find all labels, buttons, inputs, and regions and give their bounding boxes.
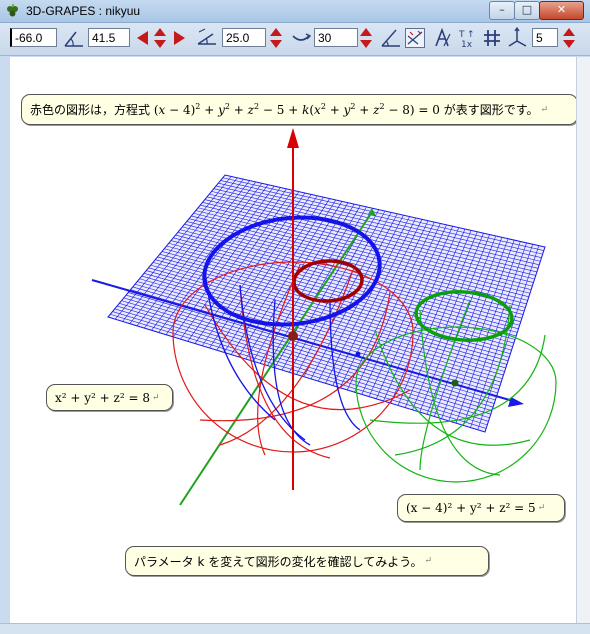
mode-toggle-icon[interactable] xyxy=(404,26,426,50)
svg-text:1x: 1x xyxy=(461,40,473,50)
sphere-b-note: (x − 4)² + y² + z² = 5 ↵ xyxy=(397,494,565,522)
title-bar: 3D-GRAPES : nikyuu – □ ✕ xyxy=(0,0,590,23)
maximize-button[interactable]: □ xyxy=(514,1,540,20)
elevation-input[interactable]: 41.5 xyxy=(88,28,130,47)
sphere-b-equation: (x − 4)² + y² + z² = 5 xyxy=(406,501,536,515)
arrow-right-icon[interactable] xyxy=(170,26,188,50)
arrow-left-icon[interactable] xyxy=(134,26,152,50)
perspective-updown-icon[interactable] xyxy=(358,26,374,50)
sphere-a-equation: x² + y² + z² = 8 xyxy=(55,390,150,405)
center-point-green xyxy=(451,379,459,387)
sphere-a-note: x² + y² + z² = 8 ↵ xyxy=(46,384,173,411)
updown-arrows-icon[interactable] xyxy=(152,26,168,50)
axis-tick-point xyxy=(355,351,361,357)
vertical-scrollbar[interactable] xyxy=(576,57,590,623)
tilt-updown-icon[interactable] xyxy=(268,26,284,50)
perspective-input[interactable]: 30 xyxy=(314,28,358,47)
grape-app-icon xyxy=(7,4,18,17)
window-bottom-edge xyxy=(0,623,590,634)
equation-note: 赤色の図形は，方程式 (x − 4)2 + y2 + z2 − 5 + k(x2… xyxy=(21,94,578,125)
minimize-button[interactable]: – xyxy=(489,1,515,20)
axis-length-updown-icon[interactable] xyxy=(561,26,577,50)
axis-length-input[interactable]: 5 xyxy=(532,28,558,47)
equation-note-suffix: が表す図形です。 xyxy=(443,103,539,117)
instruction-note: パラメータ k を変えて図形の変化を確認してみよう。 ↵ xyxy=(125,546,489,576)
axes-icon[interactable] xyxy=(507,26,529,50)
rotate-view-icon[interactable] xyxy=(289,26,313,50)
toolbar: -66.0 41.5 25.0 30 T ↑ 1x 5 xyxy=(0,23,590,56)
graph-scene[interactable] xyxy=(10,57,576,623)
grid-icon[interactable] xyxy=(482,26,502,50)
origin-point xyxy=(288,331,298,341)
axes-label-icon[interactable] xyxy=(434,26,454,50)
svg-text:T: T xyxy=(458,30,465,40)
return-mark-icon: ↵ xyxy=(424,556,433,566)
equation-note-prefix: 赤色の図形は，方程式 xyxy=(30,103,151,117)
tilt-input[interactable]: 25.0 xyxy=(222,28,266,47)
equation-formula: (x − 4)2 + y2 + z2 − 5 + k(x2 + y2 + z2 … xyxy=(150,101,444,117)
angle-icon[interactable] xyxy=(62,26,86,50)
z-axis-arrow-icon xyxy=(287,128,299,148)
rotation-angle-input[interactable]: -66.0 xyxy=(10,28,57,47)
return-mark-icon: ↵ xyxy=(537,503,546,513)
tilt-angle-icon[interactable] xyxy=(195,26,219,50)
window-title: 3D-GRAPES : nikyuu xyxy=(26,4,141,18)
return-mark-icon: ↵ xyxy=(152,392,160,403)
svg-text:↑: ↑ xyxy=(467,30,475,40)
close-button[interactable]: ✕ xyxy=(539,1,584,20)
tick-labels-icon[interactable]: T ↑ 1x xyxy=(458,26,478,50)
view-angle-icon[interactable] xyxy=(380,26,402,50)
return-mark-icon: ↵ xyxy=(540,104,549,115)
graph-canvas[interactable] xyxy=(10,57,576,623)
instruction-text: パラメータ k を変えて図形の変化を確認してみよう。 xyxy=(134,554,423,569)
